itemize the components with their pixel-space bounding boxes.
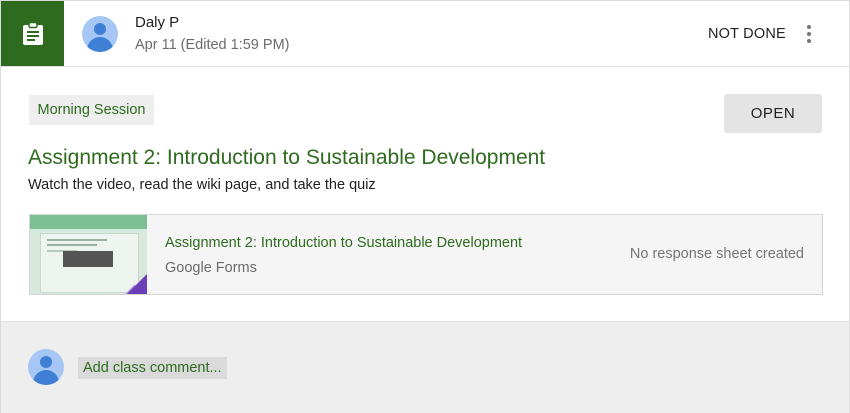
comment-bar: Add class comment...: [1, 321, 849, 413]
assignment-title[interactable]: Assignment 2: Introduction to Sustainabl…: [28, 146, 545, 170]
forms-thumbnail: [30, 215, 147, 294]
open-button[interactable]: OPEN: [724, 94, 822, 133]
assignment-card: Daly P Apr 11 (Edited 1:59 PM) NOT DONE …: [0, 0, 850, 413]
status-badge: NOT DONE: [708, 26, 786, 42]
assignment-tile: [1, 1, 64, 66]
author-name: Daly P: [135, 14, 180, 31]
attachment-title[interactable]: Assignment 2: Introduction to Sustainabl…: [165, 235, 522, 251]
card-header: Daly P Apr 11 (Edited 1:59 PM) NOT DONE: [1, 1, 849, 67]
attachment-card[interactable]: Assignment 2: Introduction to Sustainabl…: [29, 214, 823, 295]
post-date: Apr 11 (Edited 1:59 PM): [135, 37, 290, 53]
more-vertical-icon[interactable]: [799, 21, 819, 47]
assignment-description: Watch the video, read the wiki page, and…: [28, 177, 376, 193]
add-class-comment-input[interactable]: Add class comment...: [78, 357, 227, 379]
user-avatar: [28, 349, 64, 385]
attachment-status: No response sheet created: [629, 246, 804, 262]
topic-chip[interactable]: Morning Session: [29, 95, 154, 125]
author-avatar: [82, 16, 118, 52]
google-forms-icon: [127, 274, 147, 294]
attachment-type: Google Forms: [165, 260, 257, 276]
assignment-clipboard-icon: [22, 21, 43, 45]
